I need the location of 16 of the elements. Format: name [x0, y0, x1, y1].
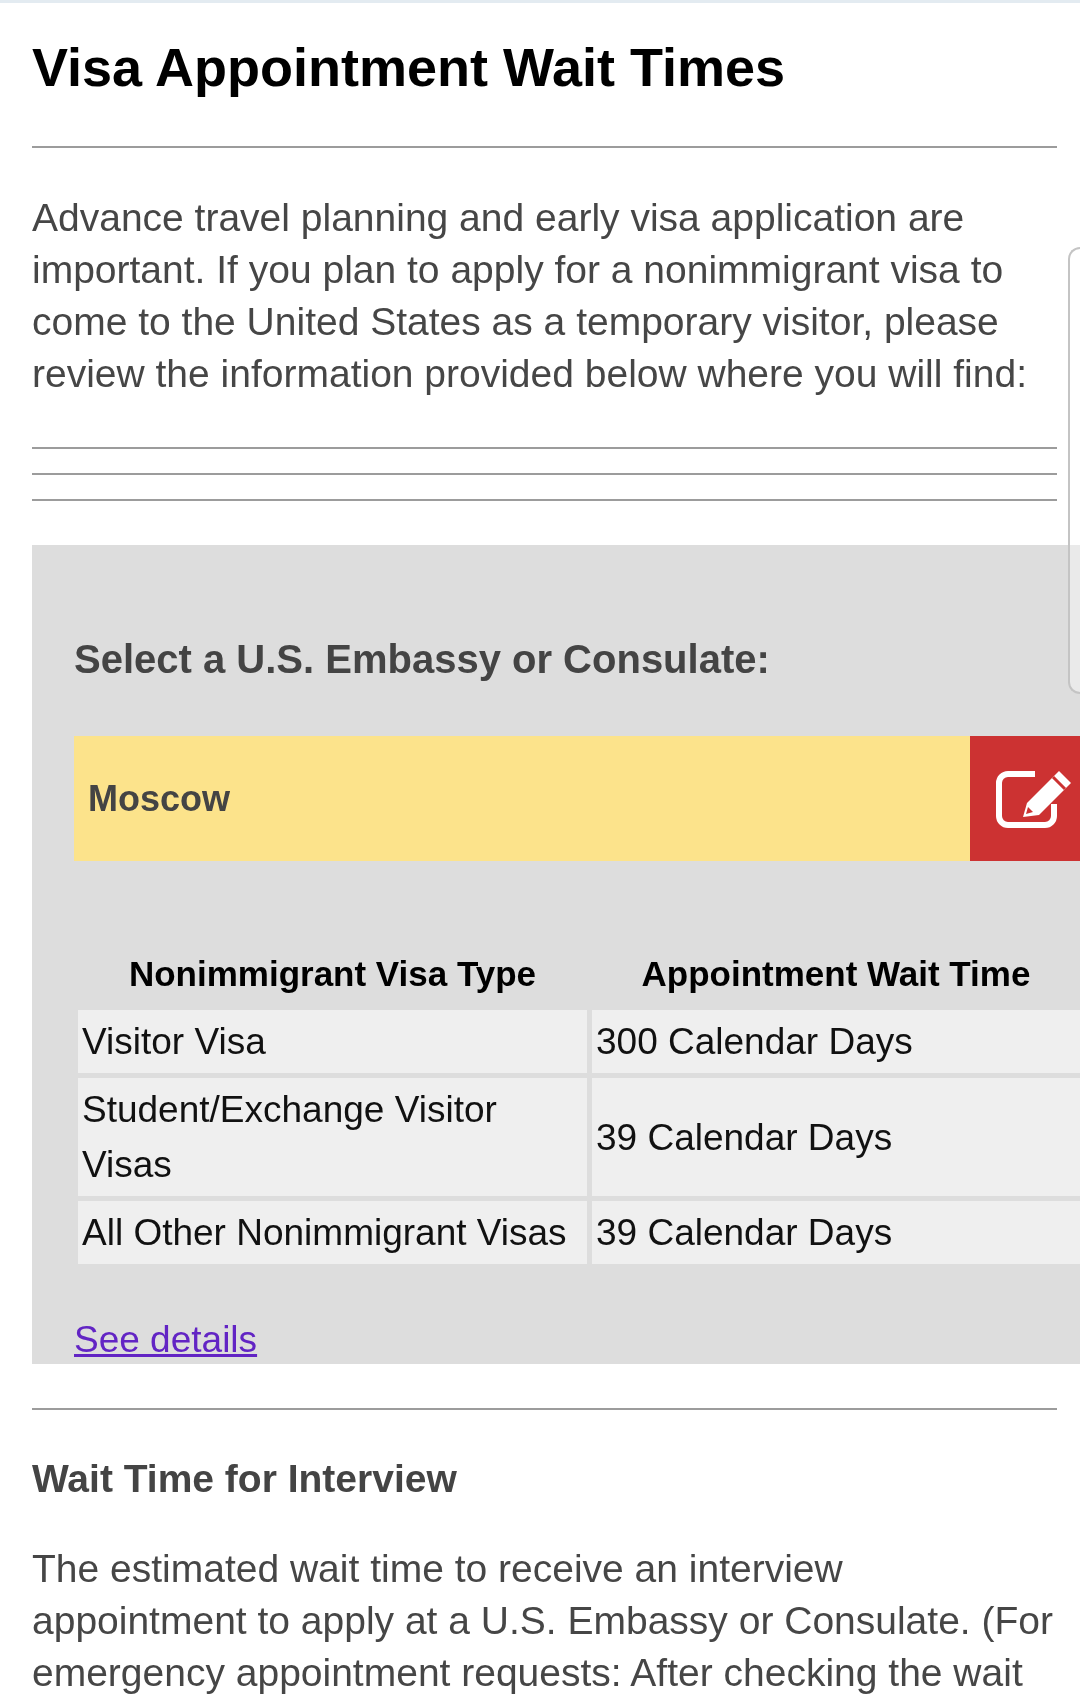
table-cell: 300 Calendar Days [592, 1010, 1080, 1073]
intro-paragraph: Advance travel planning and early visa application are important. If you plan to apply for a nonimmigrant visa to come to the United States as a temporary visitor, please review the information provided below where you will find: [32, 195, 1028, 397]
table-cell: 39 Calendar Days [592, 1201, 1080, 1264]
table-cell: All Other Nonimmigrant Visas [78, 1201, 587, 1264]
column-header: Appointment Wait Time [640, 952, 1032, 995]
column-header: Nonimmigrant Visa Type [127, 952, 538, 995]
table-cell: Student/Exchange Visitor Visas [78, 1078, 587, 1196]
section-paragraph: The estimated wait time to receive an interview appointment to apply at a U.S. Embassy or Consulate. (For emergency appointment requests: After checking the wait [32, 1546, 1054, 1696]
edge-panel-handle[interactable] [1068, 247, 1080, 694]
embassy-select-field[interactable]: Moscow [74, 736, 970, 861]
see-details-link[interactable]: See details [74, 1318, 258, 1362]
section-heading: Wait Time for Interview [32, 1456, 458, 1502]
table-cell: Visitor Visa [78, 1010, 587, 1073]
edit-button[interactable] [970, 736, 1080, 861]
selector-label: Select a U.S. Embassy or Consulate: [74, 636, 771, 683]
table-cell: 39 Calendar Days [592, 1078, 1080, 1196]
